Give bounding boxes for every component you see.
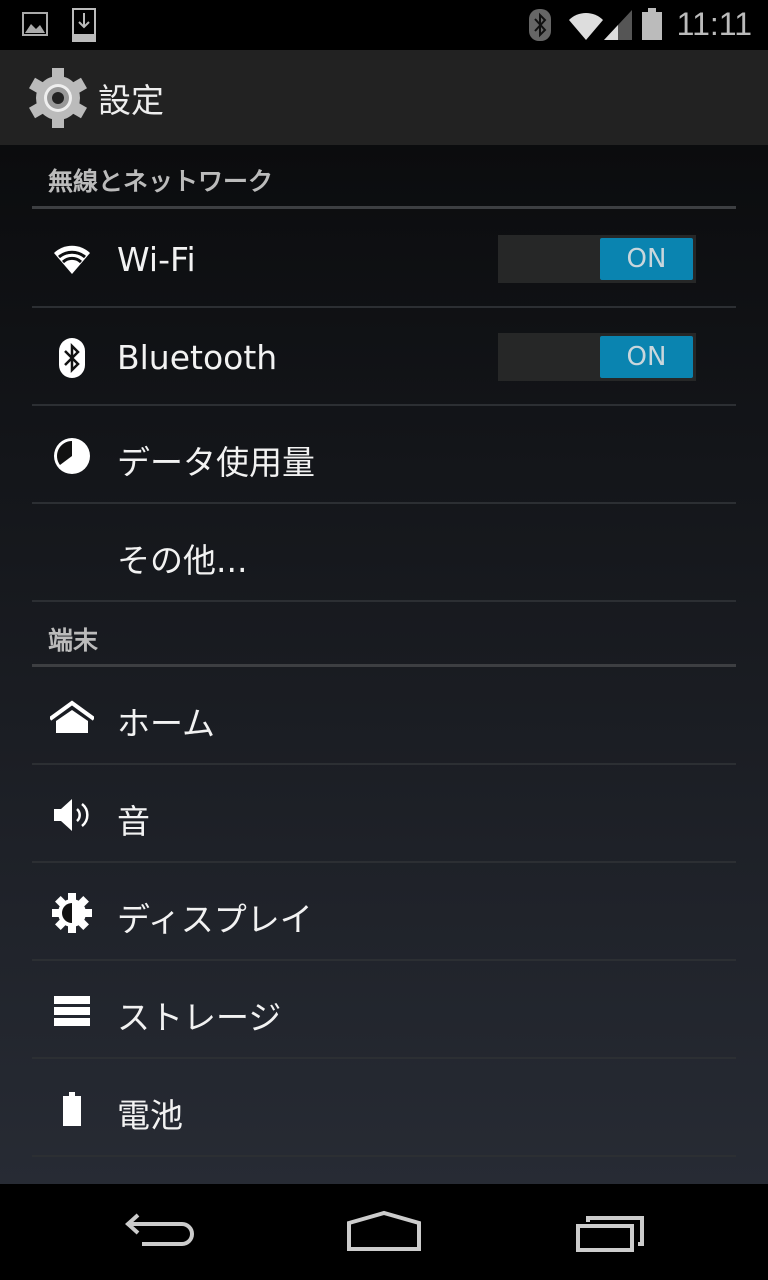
clock: 11:11 xyxy=(676,6,752,42)
recent-apps-button[interactable] xyxy=(574,1216,646,1254)
image-icon xyxy=(22,12,48,36)
setting-sound[interactable]: 音 xyxy=(32,765,736,863)
setting-display[interactable]: ディスプレイ xyxy=(32,863,736,961)
status-bar: 11:11 xyxy=(0,0,768,50)
setting-more[interactable]: その他... xyxy=(32,504,736,602)
sound-icon xyxy=(54,799,89,831)
battery-icon xyxy=(642,8,662,40)
settings-list: 無線とネットワーク Wi-Fi ON Bluetooth ON データ使用量 そ… xyxy=(0,145,768,1184)
setting-label: 電池 xyxy=(117,1096,183,1135)
setting-storage[interactable]: ストレージ xyxy=(32,961,736,1059)
gear-icon[interactable] xyxy=(28,68,88,128)
toggle-thumb: ON xyxy=(600,336,693,378)
setting-label: ストレージ xyxy=(117,998,282,1037)
setting-label: 音 xyxy=(117,802,150,841)
home-icon xyxy=(50,700,94,733)
setting-label: Wi-Fi xyxy=(117,240,196,279)
divider xyxy=(32,206,736,209)
bluetooth-toggle[interactable]: ON xyxy=(498,333,696,381)
setting-data-usage[interactable]: データ使用量 xyxy=(32,406,736,504)
bluetooth-icon xyxy=(59,338,85,378)
data-usage-icon xyxy=(54,438,90,474)
setting-label: ホーム xyxy=(117,704,216,743)
setting-label: Bluetooth xyxy=(117,338,278,377)
storage-icon xyxy=(54,996,90,1026)
setting-home[interactable]: ホーム xyxy=(32,667,736,765)
section-header-wireless: 無線とネットワーク xyxy=(48,167,274,196)
wifi-toggle[interactable]: ON xyxy=(498,235,696,283)
setting-label: ディスプレイ xyxy=(117,900,313,939)
download-icon xyxy=(72,8,96,42)
wifi-icon xyxy=(569,12,603,40)
home-button[interactable] xyxy=(346,1209,422,1253)
toggle-thumb: ON xyxy=(600,238,693,280)
setting-bluetooth[interactable]: Bluetooth ON xyxy=(32,308,736,406)
page-title: 設定 xyxy=(98,81,164,120)
display-icon xyxy=(52,893,92,933)
action-bar: 設定 xyxy=(0,50,768,145)
back-button[interactable] xyxy=(124,1209,196,1249)
section-header-device: 端末 xyxy=(48,626,99,655)
setting-label: データ使用量 xyxy=(117,443,315,482)
setting-wifi[interactable]: Wi-Fi ON xyxy=(32,210,736,308)
battery-icon xyxy=(63,1092,81,1126)
setting-label: その他... xyxy=(117,541,248,580)
signal-icon xyxy=(604,10,632,40)
navigation-bar xyxy=(0,1184,768,1280)
wifi-icon xyxy=(54,245,90,274)
setting-battery[interactable]: 電池 xyxy=(32,1059,736,1157)
bluetooth-icon xyxy=(529,9,551,41)
